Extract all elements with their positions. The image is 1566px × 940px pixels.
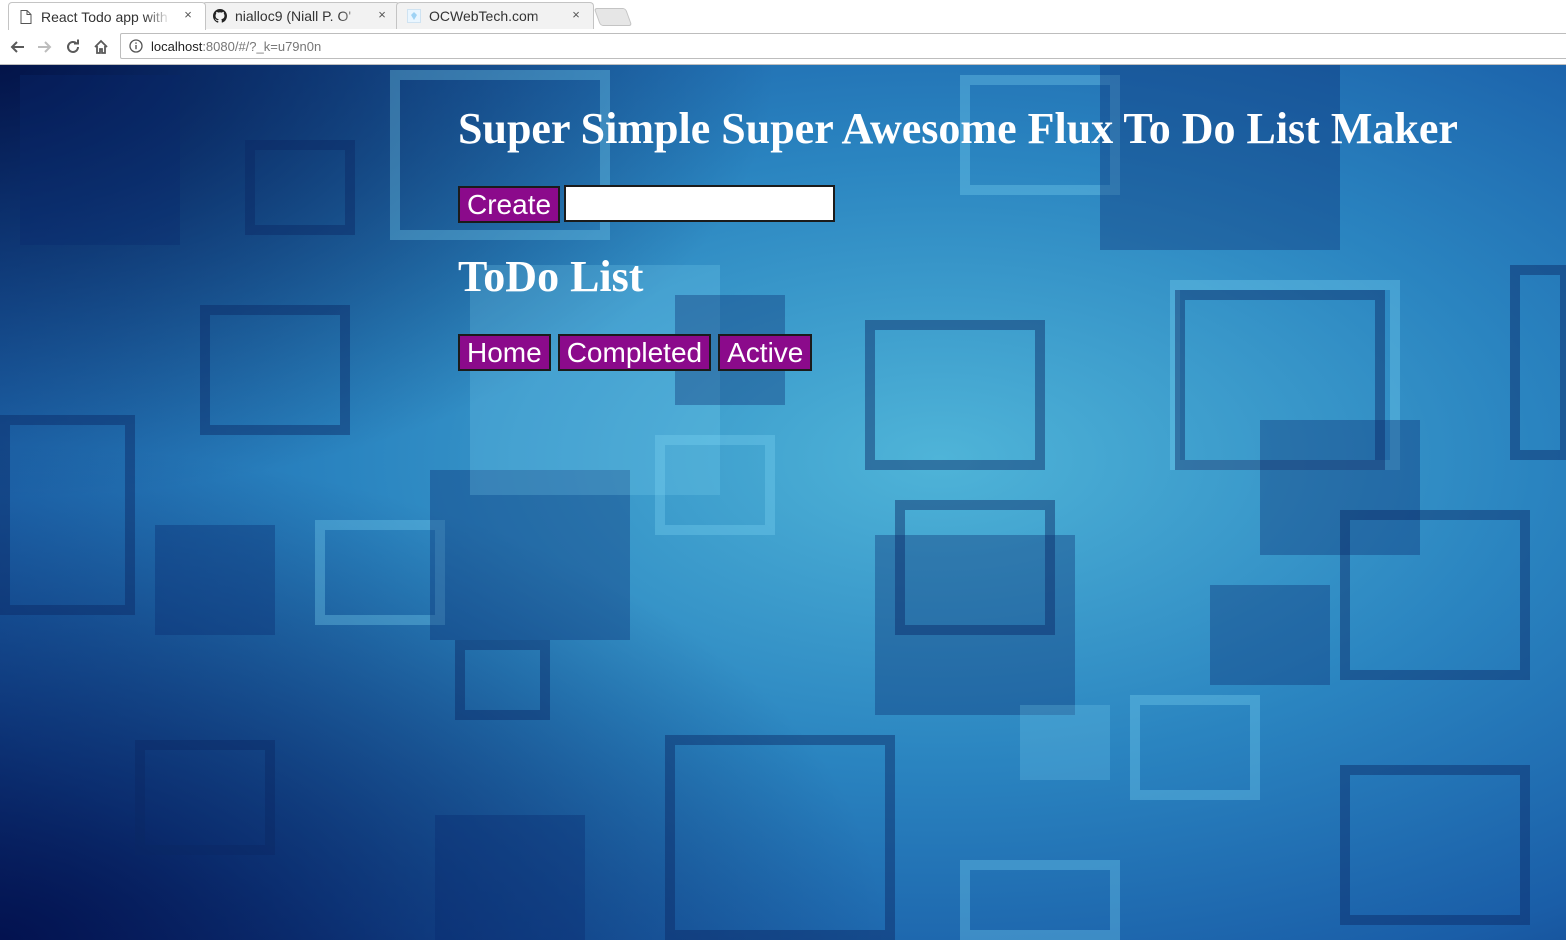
home-icon[interactable]	[90, 36, 112, 58]
url-host: localhost	[151, 38, 203, 54]
tab-title: OCWebTech.com	[429, 8, 539, 24]
bg-square	[315, 520, 445, 625]
tab-title: React Todo app with	[41, 8, 168, 25]
bg-square	[1100, 65, 1340, 250]
list-heading: ToDo List	[458, 252, 644, 301]
bg-square	[200, 305, 350, 435]
bg-square	[135, 740, 275, 855]
bg-square	[1340, 765, 1530, 925]
bg-square	[455, 640, 550, 720]
site-icon	[407, 9, 421, 23]
close-tab-icon[interactable]: ×	[181, 8, 195, 22]
new-tab-button[interactable]	[593, 8, 633, 26]
page-title: Super Simple Super Awesome Flux To Do Li…	[458, 104, 1458, 153]
bg-square	[865, 320, 1045, 470]
bg-square	[1020, 705, 1110, 780]
bg-square	[1130, 695, 1260, 800]
bg-square	[875, 535, 1075, 715]
github-icon	[213, 9, 227, 23]
bg-square	[0, 415, 135, 615]
bg-square	[20, 75, 180, 245]
info-icon[interactable]	[129, 39, 143, 53]
browser-tabstrip: React Todo app with × nialloc9 (Niall P.…	[0, 0, 1566, 31]
bg-square	[435, 815, 585, 940]
bg-square	[1510, 265, 1566, 460]
bg-square	[430, 470, 630, 640]
url-path: :8080/#/?_k=u79n0n	[202, 38, 322, 54]
browser-toolbar: localhost:8080/#/?_k=u79n0n	[0, 30, 1566, 65]
completed-button[interactable]: Completed	[557, 334, 712, 371]
todo-input[interactable]	[564, 185, 835, 222]
tab-title: nialloc9 (Niall P. O'	[235, 8, 352, 24]
forward-icon[interactable]	[34, 36, 56, 58]
close-tab-icon[interactable]: ×	[569, 8, 583, 22]
active-button[interactable]: Active	[718, 334, 813, 371]
browser-tab-ocwebtech[interactable]: OCWebTech.com ×	[396, 2, 594, 29]
bg-square	[245, 140, 355, 235]
browser-tab-github[interactable]: nialloc9 (Niall P. O' ×	[202, 2, 400, 29]
filter-nav: Home Completed Active	[458, 334, 813, 371]
create-button[interactable]: Create	[458, 186, 561, 223]
bg-square	[665, 735, 895, 940]
bg-square	[960, 860, 1120, 940]
back-icon[interactable]	[6, 36, 28, 58]
page-background: Super Simple Super Awesome Flux To Do Li…	[0, 65, 1566, 940]
document-icon	[19, 9, 33, 24]
browser-tab-react-todo[interactable]: React Todo app with ×	[8, 2, 206, 30]
reload-icon[interactable]	[62, 36, 84, 58]
close-tab-icon[interactable]: ×	[375, 8, 389, 22]
home-button[interactable]: Home	[458, 334, 551, 371]
address-bar[interactable]: localhost:8080/#/?_k=u79n0n	[120, 33, 1566, 59]
bg-square	[1340, 510, 1530, 680]
bg-square	[1210, 585, 1330, 685]
bg-square	[155, 525, 275, 635]
